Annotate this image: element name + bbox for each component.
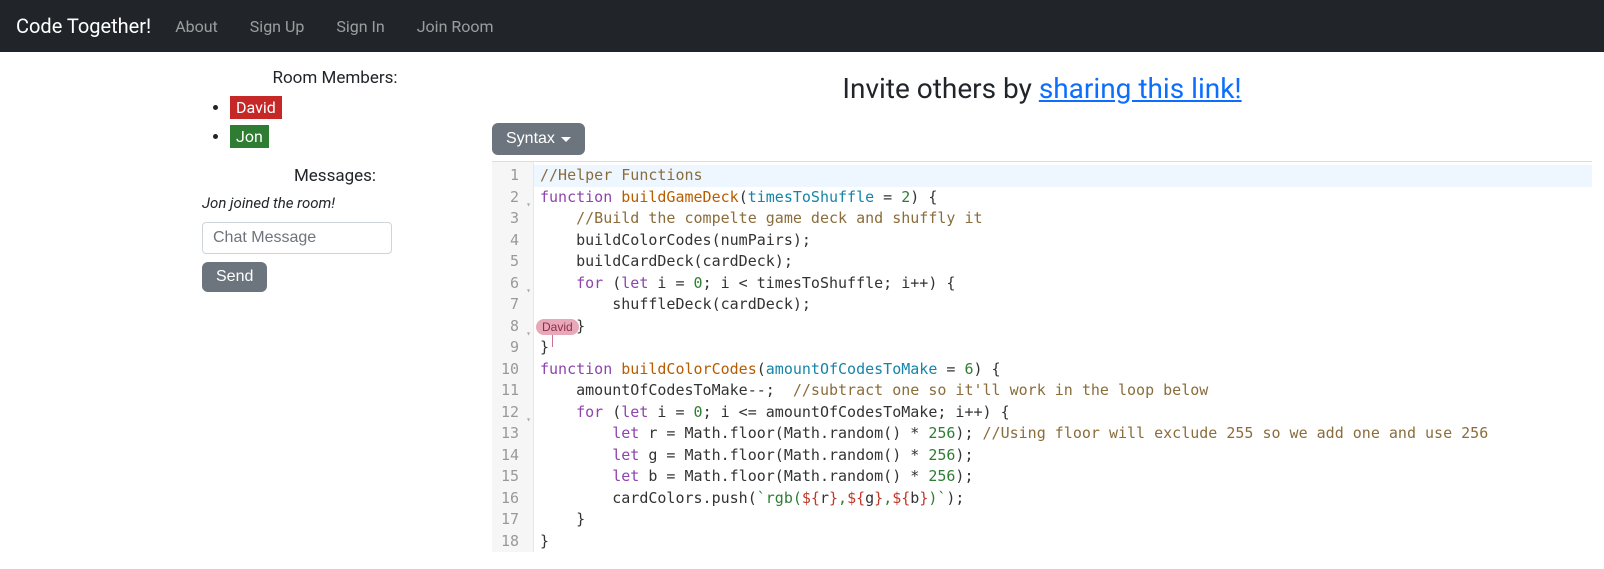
line-number: 14: [492, 445, 533, 467]
nav-sign-up[interactable]: Sign Up: [250, 17, 305, 36]
room-members-title: Room Members:: [202, 68, 468, 88]
code-line[interactable]: for (let i = 0; i <= amountOfCodesToMake…: [534, 402, 1592, 424]
code-line[interactable]: //Helper Functions: [534, 165, 1592, 187]
line-number: 13: [492, 423, 533, 445]
nav-about[interactable]: About: [175, 17, 218, 36]
code-line[interactable]: let r = Math.floor(Math.random() * 256);…: [534, 423, 1592, 445]
top-navbar: Code Together! About Sign Up Sign In Joi…: [0, 0, 1604, 52]
line-number: 5: [492, 251, 533, 273]
line-number: 7: [492, 294, 533, 316]
system-message: Jon joined the room!: [202, 194, 468, 212]
code-line[interactable]: amountOfCodesToMake--; //subtract one so…: [534, 380, 1592, 402]
members-list: David Jon: [202, 96, 468, 148]
code-line[interactable]: }: [534, 337, 1592, 359]
send-button[interactable]: Send: [202, 262, 267, 292]
code-line[interactable]: buildColorCodes(numPairs);: [534, 230, 1592, 252]
syntax-dropdown-button[interactable]: Syntax: [492, 123, 585, 155]
nav-join-room[interactable]: Join Room: [417, 17, 494, 36]
remote-cursor-label: David: [536, 319, 579, 335]
line-number: 2▾: [492, 187, 533, 209]
nav-sign-in[interactable]: Sign In: [336, 17, 384, 36]
line-number: 15: [492, 466, 533, 488]
member-item: Jon: [230, 125, 468, 148]
line-number: 12▾: [492, 402, 533, 424]
line-number: 9: [492, 337, 533, 359]
code-editor[interactable]: 12▾3456▾78▾9101112▾131415161718 //Helper…: [492, 161, 1592, 552]
member-badge: Jon: [230, 125, 269, 148]
invite-heading: Invite others by sharing this link!: [492, 72, 1592, 105]
code-line[interactable]: function buildColorCodes(amountOfCodesTo…: [534, 359, 1592, 381]
code-line[interactable]: function buildGameDeck(timesToShuffle = …: [534, 187, 1592, 209]
messages-title: Messages:: [202, 166, 468, 186]
code-line[interactable]: shuffleDeck(cardDeck);: [534, 294, 1592, 316]
code-line[interactable]: let g = Math.floor(Math.random() * 256);: [534, 445, 1592, 467]
line-number: 8▾: [492, 316, 533, 338]
line-number: 10: [492, 359, 533, 381]
invite-prefix: Invite others by: [842, 72, 1038, 105]
invite-link[interactable]: sharing this link!: [1039, 72, 1242, 105]
code-line[interactable]: //Build the compelte game deck and shuff…: [534, 208, 1592, 230]
code-line[interactable]: }: [534, 509, 1592, 531]
code-line[interactable]: }: [534, 531, 1592, 553]
brand-link[interactable]: Code Together!: [16, 14, 151, 38]
code-line[interactable]: let b = Math.floor(Math.random() * 256);: [534, 466, 1592, 488]
line-number: 18: [492, 531, 533, 553]
code-line[interactable]: buildCardDeck(cardDeck);: [534, 251, 1592, 273]
line-number: 3: [492, 208, 533, 230]
chevron-down-icon: [561, 137, 571, 142]
line-number: 1: [492, 165, 533, 187]
line-number: 16: [492, 488, 533, 510]
line-number: 6▾: [492, 273, 533, 295]
line-number: 11: [492, 380, 533, 402]
chat-input[interactable]: [202, 222, 392, 254]
sidebar: Room Members: David Jon Messages: Jon joi…: [190, 64, 480, 552]
member-item: David: [230, 96, 468, 119]
main-area: Invite others by sharing this link! Synt…: [480, 64, 1604, 552]
code-line[interactable]: cardColors.push(`rgb(${r},${g},${b})`);: [534, 488, 1592, 510]
line-gutter: 12▾3456▾78▾9101112▾131415161718: [492, 162, 534, 552]
line-number: 17: [492, 509, 533, 531]
code-content[interactable]: //Helper Functionsfunction buildGameDeck…: [534, 162, 1592, 552]
syntax-label: Syntax: [506, 130, 555, 148]
member-badge: David: [230, 96, 282, 119]
line-number: 4: [492, 230, 533, 252]
code-line[interactable]: }: [534, 316, 1592, 338]
code-line[interactable]: for (let i = 0; i < timesToShuffle; i++)…: [534, 273, 1592, 295]
